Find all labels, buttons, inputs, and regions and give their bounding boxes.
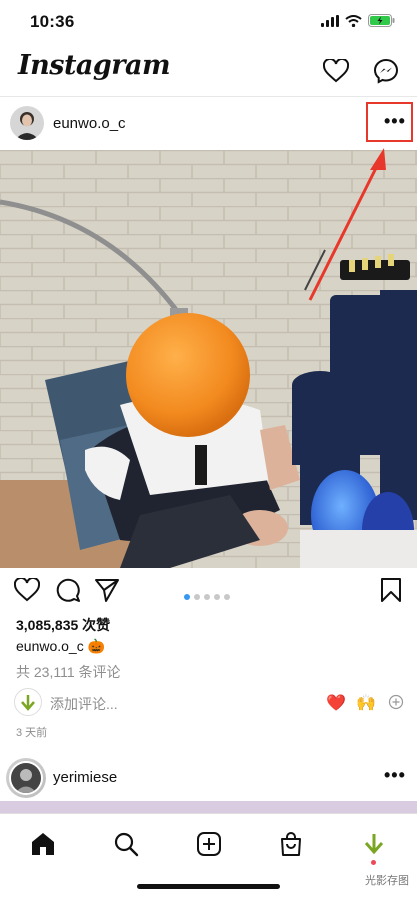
caption-emoji: 🎃 [87,638,106,654]
notification-dot [371,860,376,865]
status-time: 10:36 [30,12,75,31]
carousel-dot [224,594,230,600]
watermark: 光影存图 [365,875,409,887]
post-actions [0,572,417,612]
reaction-raised-hands[interactable]: 🙌 [356,693,376,713]
plant-icon [21,695,35,711]
tab-shop[interactable] [273,826,309,862]
next-post-photo-preview [0,801,417,813]
story-ring[interactable] [6,758,46,798]
bookmark-icon[interactable] [380,577,402,608]
tab-new-post[interactable] [191,826,227,862]
status-bar: 10:36 [0,0,417,44]
home-icon [32,833,54,855]
view-comments-link[interactable]: 共 23,111 条评论 [16,662,121,682]
next-post-header: yerimiese ••• [0,755,417,801]
messenger-icon[interactable] [372,57,400,85]
comment-icon[interactable] [55,577,81,608]
like-count[interactable]: 3,085,835 次赞 [16,615,110,635]
search-icon [114,832,139,857]
add-comment-row: 添加评论... ❤️ 🙌 [14,688,404,718]
app-header: Instagram [0,44,417,97]
add-comment-input[interactable]: 添加评论... [50,694,118,714]
like-icon[interactable] [13,576,41,607]
instagram-logo[interactable]: Instagram [18,50,171,81]
carousel-dot [194,594,200,600]
status-icons [321,14,395,27]
tab-search[interactable] [108,826,144,862]
my-avatar [14,688,42,716]
add-reaction-icon[interactable] [388,694,404,715]
add-post-icon [197,832,221,856]
shop-icon [281,832,301,856]
next-post-avatar [9,761,43,795]
tab-home[interactable] [25,826,61,862]
heart-icon[interactable] [322,57,350,85]
profile-plant-icon [364,834,384,855]
highlight-box [366,102,413,142]
tab-profile[interactable] [356,826,392,862]
arrow-annotation [308,148,386,301]
carousel-indicator [182,587,232,605]
reaction-heart[interactable]: ❤️ [326,693,346,713]
carousel-dot [214,594,220,600]
avatar[interactable] [10,106,44,140]
home-indicator[interactable] [137,884,280,889]
next-more-options-icon[interactable]: ••• [384,765,406,786]
carousel-dot [184,594,190,600]
battery-icon [368,14,395,27]
post-time: 3 天前 [16,727,48,739]
caption-username[interactable]: eunwo.o_c [16,638,84,654]
signal-icon [321,14,339,27]
wifi-icon [345,14,362,27]
next-post-username[interactable]: yerimiese [53,769,117,786]
post-username[interactable]: eunwo.o_c [53,115,126,132]
share-icon[interactable] [94,577,120,608]
carousel-dot [204,594,210,600]
caption: eunwo.o_c 🎃 [16,638,105,655]
